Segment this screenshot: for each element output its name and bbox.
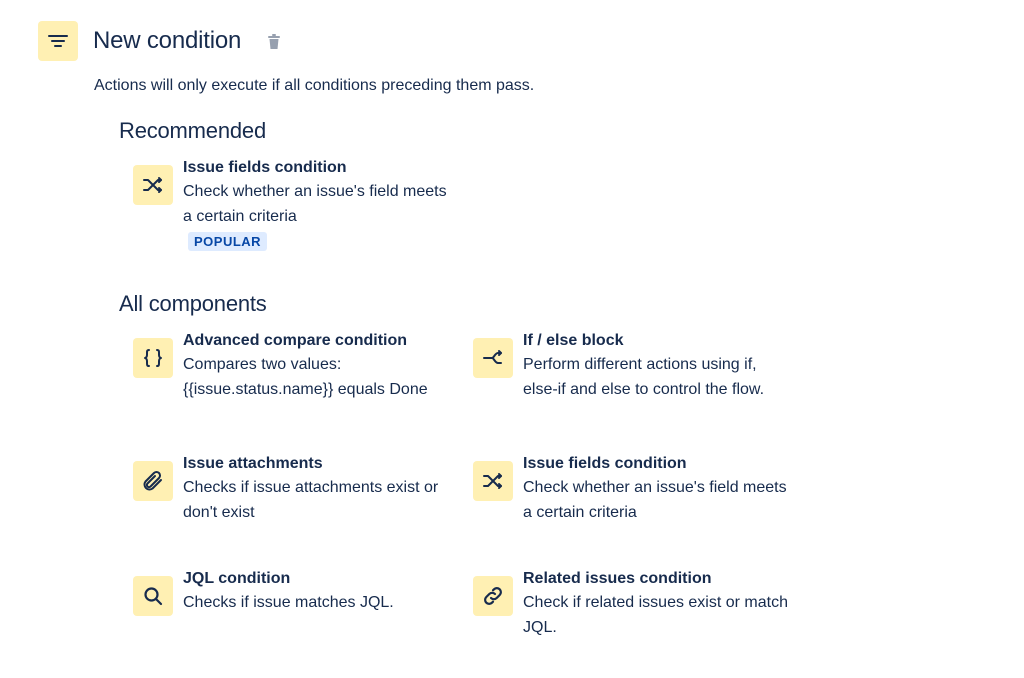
component-name: Advanced compare condition — [183, 332, 408, 349]
paperclip-icon — [133, 461, 173, 501]
shuffle-icon — [473, 461, 513, 501]
braces-icon — [133, 338, 173, 378]
component-description: Checks if issue attachments exist or don… — [183, 479, 439, 521]
component-description: Check whether an issue's field meets a c… — [183, 183, 447, 225]
search-icon — [133, 576, 173, 616]
recommended-heading: Recommended — [119, 118, 266, 143]
component-name: Issue attachments — [183, 455, 323, 472]
component-name: JQL condition — [183, 570, 291, 587]
filter-icon — [38, 21, 78, 61]
page-title: New condition — [93, 27, 242, 54]
component-name: Issue fields condition — [183, 159, 347, 176]
page-subtitle: Actions will only execute if all conditi… — [94, 77, 535, 94]
shuffle-icon — [133, 165, 173, 205]
component-name: Issue fields condition — [523, 455, 687, 472]
component-description: Check if related issues exist or match J… — [523, 594, 788, 636]
component-name: If / else block — [523, 332, 624, 349]
trash-icon[interactable] — [265, 33, 283, 51]
component-description: Perform different actions using if, else… — [523, 356, 765, 398]
popular-badge: POPULAR — [188, 232, 268, 251]
component-description: Compares two values: {{issue.status.name… — [183, 356, 428, 398]
link-icon — [473, 576, 513, 616]
all-components-heading: All components — [119, 291, 267, 316]
component-description: Checks if issue matches JQL. — [183, 594, 394, 611]
branch-icon — [473, 338, 513, 378]
component-description: Check whether an issue's field meets a c… — [523, 479, 787, 521]
component-name: Related issues condition — [523, 570, 712, 587]
